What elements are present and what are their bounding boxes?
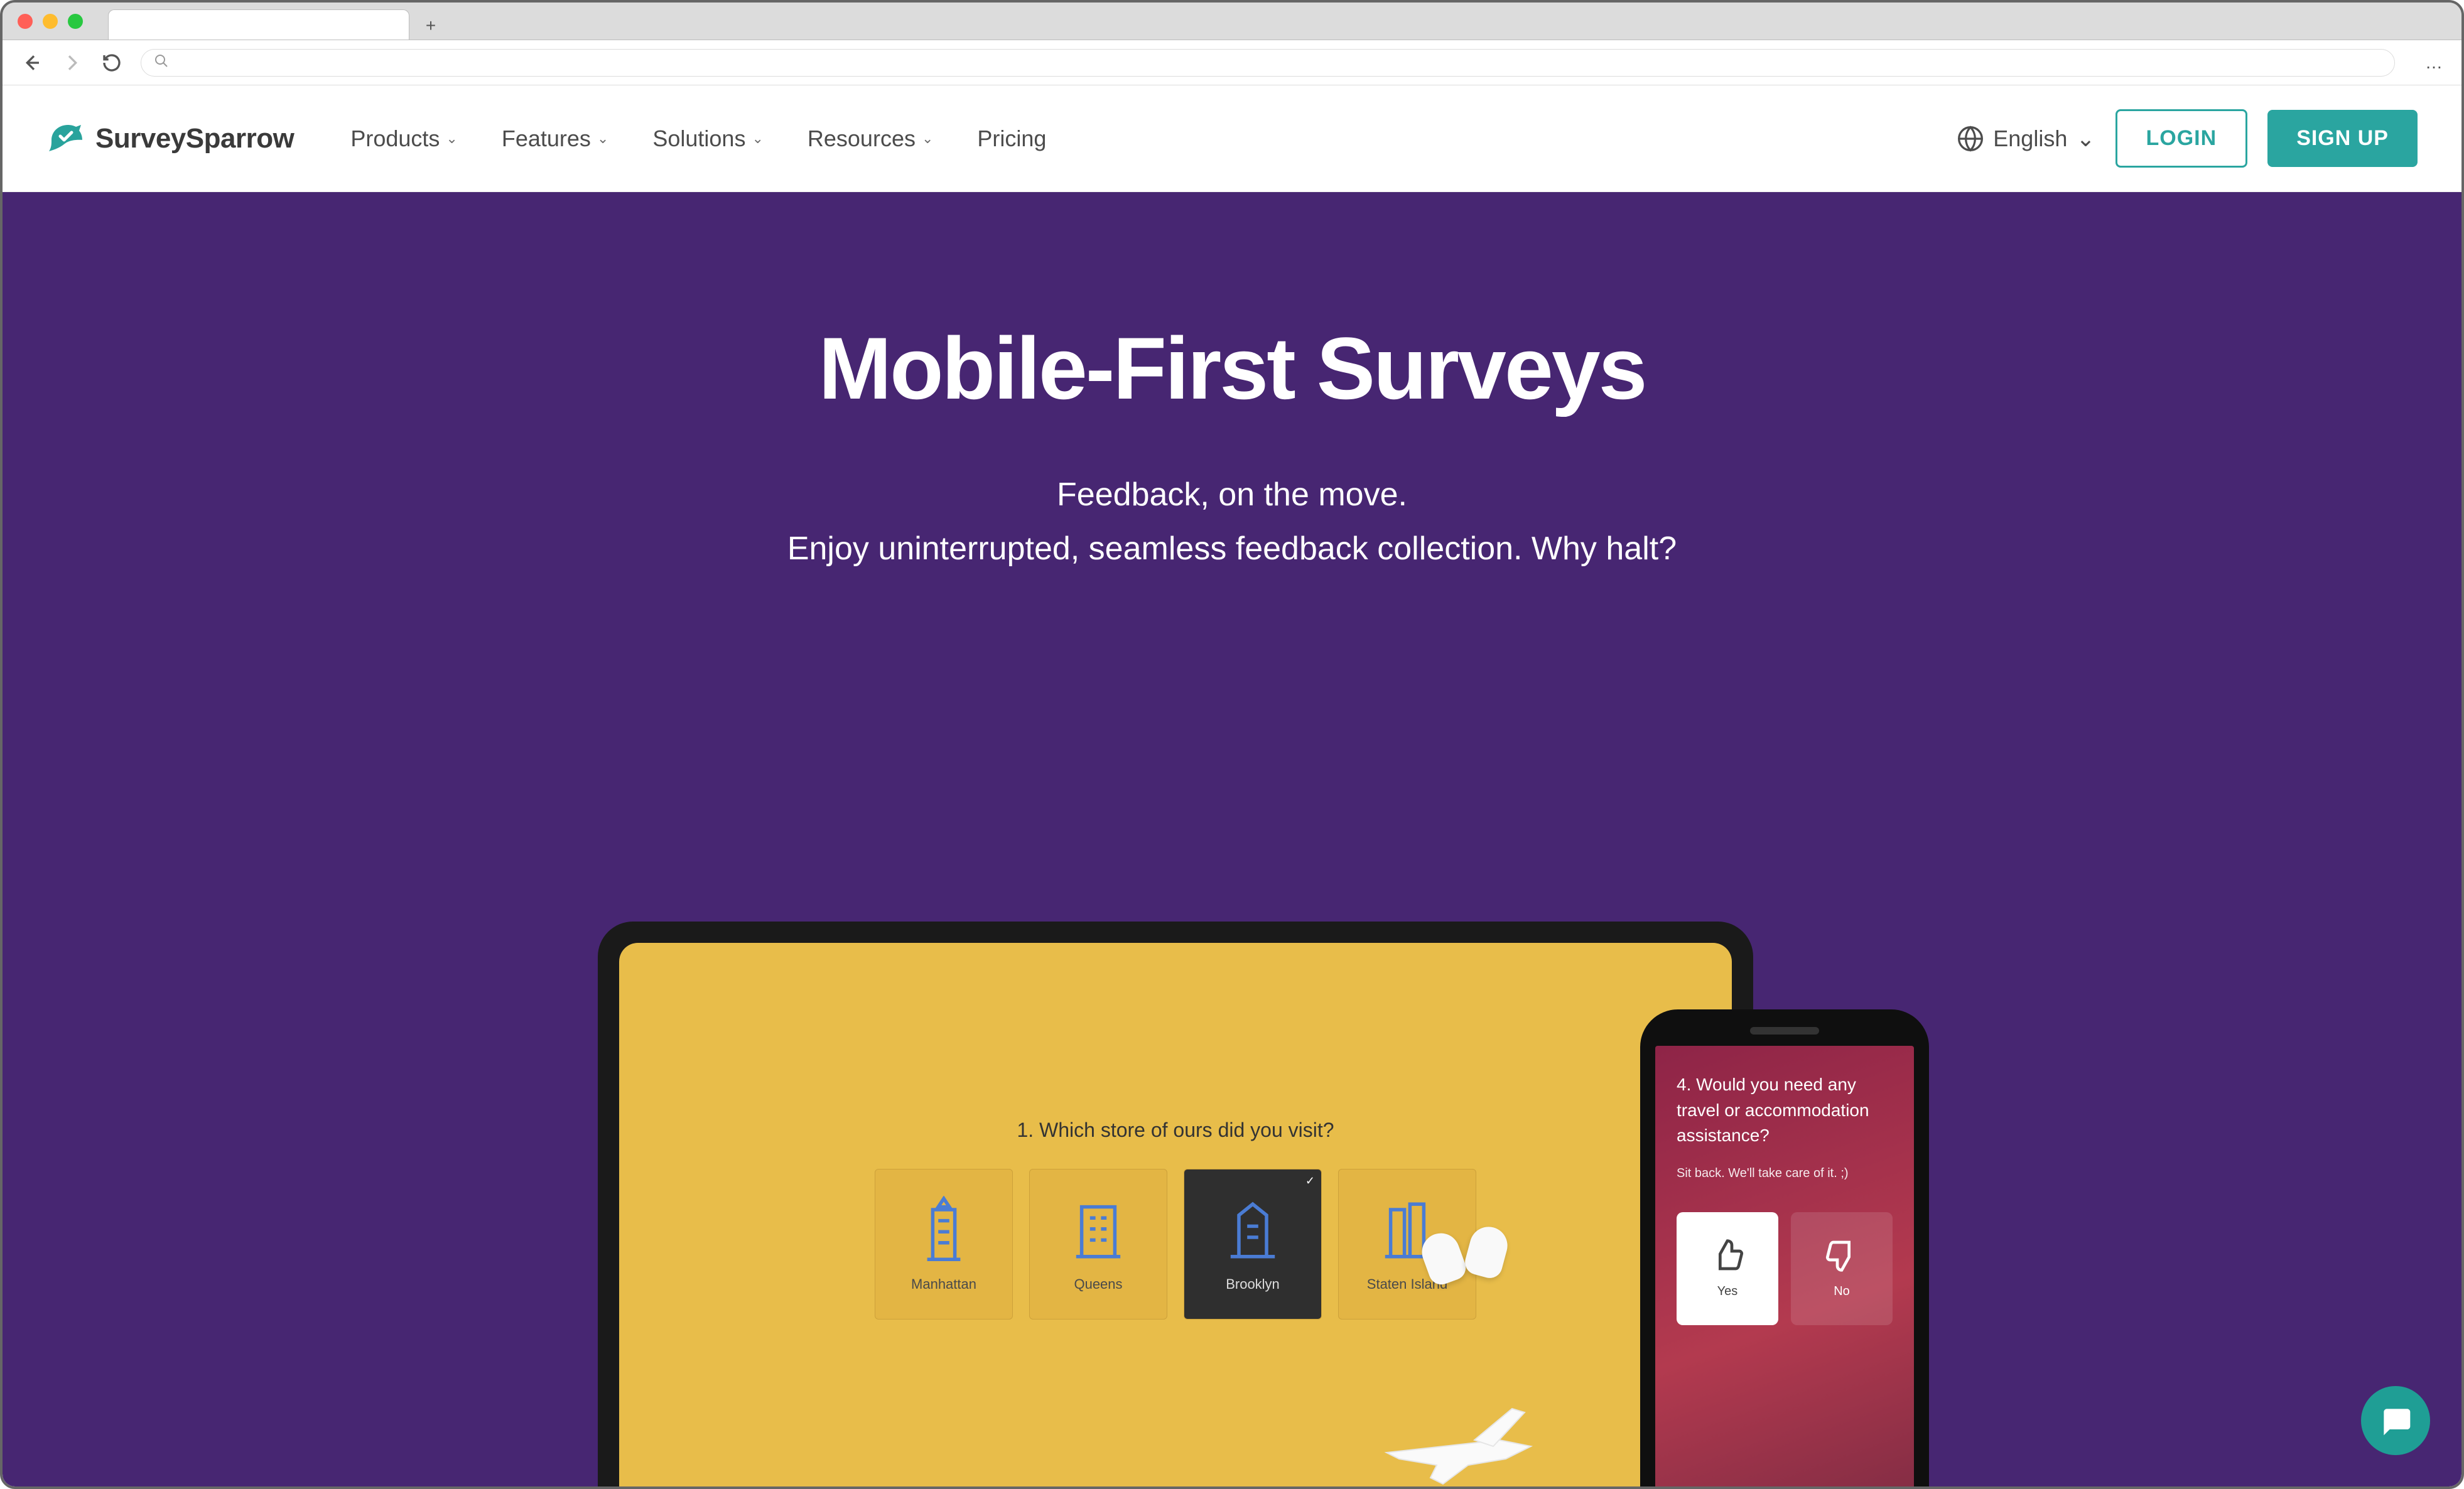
nav-features[interactable]: Features ⌄ xyxy=(502,126,609,152)
forward-button[interactable] xyxy=(60,51,83,74)
browser-window: + … Su xyxy=(0,0,2464,1489)
phone-screen: 4. Would you need any travel or accommod… xyxy=(1655,1046,1914,1486)
option-label: Queens xyxy=(1074,1276,1122,1293)
search-icon xyxy=(154,53,169,72)
site-header: SurveySparrow Products ⌄ Features ⌄ Solu… xyxy=(3,85,2461,192)
earbuds-decoration xyxy=(1424,1227,1518,1289)
tablet-mockup: 1. Which store of ours did you visit? Ma… xyxy=(598,922,1753,1486)
thumbs-up-icon xyxy=(1710,1238,1745,1273)
globe-icon xyxy=(1957,125,1984,153)
signup-button[interactable]: SIGN UP xyxy=(2267,110,2418,167)
device-mockup: 1. Which store of ours did you visit? Ma… xyxy=(585,922,1879,1486)
choice-no[interactable]: No xyxy=(1791,1212,1893,1325)
site-logo[interactable]: SurveySparrow xyxy=(46,121,294,156)
tablet-screen: 1. Which store of ours did you visit? Ma… xyxy=(619,943,1732,1486)
hero-section: Mobile-First Surveys Feedback, on the mo… xyxy=(3,192,2461,1486)
main-nav: Products ⌄ Features ⌄ Solutions ⌄ Resour… xyxy=(350,126,1046,152)
chevron-down-icon: ⌄ xyxy=(2076,126,2095,152)
browser-toolbar: … xyxy=(3,40,2461,85)
nav-products[interactable]: Products ⌄ xyxy=(350,126,458,152)
option-label: Manhattan xyxy=(911,1276,976,1293)
tablet-question: 1. Which store of ours did you visit? xyxy=(619,1119,1732,1142)
building-icon xyxy=(916,1196,972,1265)
nav-label: Features xyxy=(502,126,591,152)
browser-tabs: + xyxy=(108,3,445,40)
thumbs-down-icon xyxy=(1824,1238,1859,1273)
nav-label: Solutions xyxy=(652,126,745,152)
hero-subtitle-1: Feedback, on the move. xyxy=(1057,476,1407,513)
phone-choices: Yes No xyxy=(1677,1212,1893,1325)
hero-subtitle-2: Enjoy uninterrupted, seamless feedback c… xyxy=(787,530,1677,567)
chevron-down-icon: ⌄ xyxy=(446,131,457,147)
window-minimize-button[interactable] xyxy=(43,14,58,29)
option-brooklyn[interactable]: Brooklyn xyxy=(1184,1169,1322,1320)
phone-help-text: Sit back. We'll take care of it. ;) xyxy=(1677,1166,1893,1181)
building-icon xyxy=(1070,1196,1127,1265)
building-icon xyxy=(1224,1196,1281,1265)
chat-widget-button[interactable] xyxy=(2361,1386,2430,1455)
back-button[interactable] xyxy=(20,51,43,74)
language-label: English xyxy=(1993,126,2067,152)
nav-solutions[interactable]: Solutions ⌄ xyxy=(652,126,764,152)
chevron-down-icon: ⌄ xyxy=(597,131,608,147)
nav-resources[interactable]: Resources ⌄ xyxy=(808,126,934,152)
browser-tab[interactable] xyxy=(108,9,409,40)
nav-pricing[interactable]: Pricing xyxy=(977,126,1046,152)
traffic-lights xyxy=(18,14,83,29)
language-selector[interactable]: English ⌄ xyxy=(1957,125,2095,153)
reload-button[interactable] xyxy=(100,51,123,74)
option-manhattan[interactable]: Manhattan xyxy=(875,1169,1013,1320)
nav-label: Resources xyxy=(808,126,916,152)
phone-mockup: 4. Would you need any travel or accommod… xyxy=(1640,1009,1929,1486)
choice-label: No xyxy=(1834,1284,1850,1299)
chevron-down-icon: ⌄ xyxy=(922,131,933,147)
browser-title-bar: + xyxy=(3,3,2461,40)
address-bar[interactable] xyxy=(141,49,2395,77)
nav-label: Products xyxy=(350,126,440,152)
chevron-down-icon: ⌄ xyxy=(752,131,763,147)
airplane-decoration xyxy=(1361,1377,1550,1486)
option-label: Brooklyn xyxy=(1226,1276,1280,1293)
new-tab-button[interactable]: + xyxy=(417,12,445,40)
browser-menu-button[interactable]: … xyxy=(2425,53,2444,73)
nav-actions: English ⌄ LOGIN SIGN UP xyxy=(1957,109,2418,168)
tablet-options: Manhattan Queens xyxy=(875,1169,1476,1320)
window-maximize-button[interactable] xyxy=(68,14,83,29)
logo-text: SurveySparrow xyxy=(95,123,294,154)
phone-question: 4. Would you need any travel or accommod… xyxy=(1677,1072,1893,1149)
option-queens[interactable]: Queens xyxy=(1029,1169,1167,1320)
choice-label: Yes xyxy=(1717,1284,1738,1299)
chat-icon xyxy=(2378,1403,2413,1438)
page-viewport: SurveySparrow Products ⌄ Features ⌄ Solu… xyxy=(3,85,2461,1486)
nav-label: Pricing xyxy=(977,126,1046,152)
window-close-button[interactable] xyxy=(18,14,33,29)
hero-title: Mobile-First Surveys xyxy=(818,318,1645,419)
choice-yes[interactable]: Yes xyxy=(1677,1212,1778,1325)
logo-icon xyxy=(46,121,87,156)
login-button[interactable]: LOGIN xyxy=(2115,109,2248,168)
